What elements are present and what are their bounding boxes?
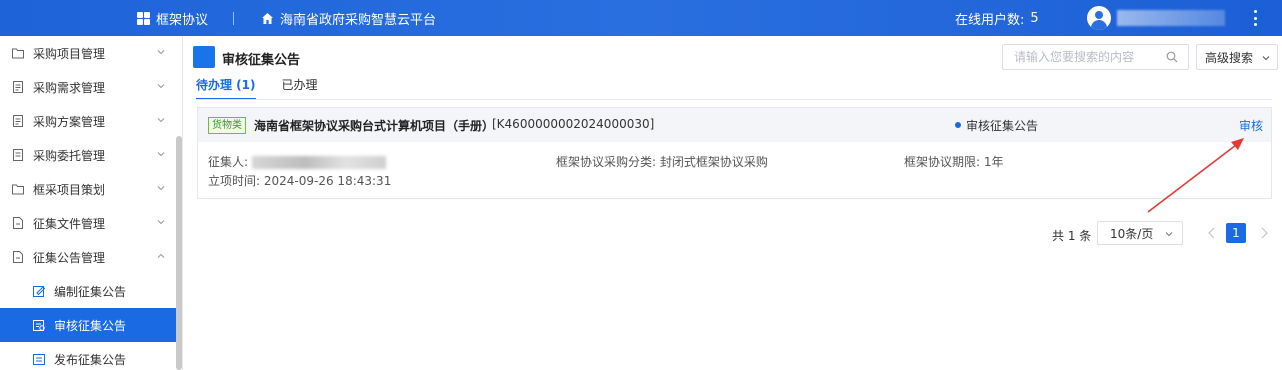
collector-label: 征集人: [208,155,249,169]
search-box[interactable] [1002,44,1189,70]
sidebar-item-procurement-demand[interactable]: 采购需求管理 [0,70,176,104]
category-tag: 货物类 [208,117,246,134]
created-label: 立项时间: [208,174,261,188]
tab-done[interactable]: 已办理 [282,76,318,100]
page-number-current[interactable]: 1 [1226,223,1246,243]
chevron-down-icon [157,50,165,55]
sidebar-item-label: 采购项目管理 [33,46,106,61]
term-value: 1年 [983,155,1004,169]
review-link[interactable]: 审核 [1239,117,1263,134]
sidebar-item-label: 审核征集公告 [54,318,127,333]
sidebar-item-collection-docs[interactable]: 征集文件管理 [0,206,176,240]
sidebar-item-label: 采购需求管理 [33,80,106,95]
user-icon [1095,11,1103,19]
next-page-icon[interactable] [1259,227,1269,239]
list-icon [13,149,23,161]
chevron-down-icon [157,220,165,225]
sidebar-item-label: 采购方案管理 [33,114,106,129]
project-code: [K4600000002024000030] [492,117,655,131]
collector-name-redacted [252,156,387,169]
online-users: 在线用户数: 5 [955,0,1039,36]
file-icon [13,251,23,263]
publish-document-icon [33,354,45,365]
category-label: 框架协议采购分类: [556,155,657,169]
folder-icon [12,184,24,195]
search-icon[interactable] [1166,51,1178,63]
apps-grid-icon [137,11,150,25]
sidebar-item-label: 框采项目策划 [33,182,106,197]
edit-document-icon [33,286,46,297]
home-icon [262,12,273,24]
platform-name: 海南省政府采购智慧云平台 [280,12,437,28]
chevron-down-icon [157,118,165,123]
advanced-search-select[interactable]: 高级搜索 [1196,44,1278,70]
more-menu-icon[interactable] [1249,8,1261,28]
pagination-total: 共 1 条 [1052,229,1092,243]
tab-pending[interactable]: 待办理 (1) [196,76,256,100]
chevron-down-icon [157,84,165,89]
category-value: 封闭式框架协议采购 [659,155,768,169]
sidebar-item-label: 征集公告管理 [33,250,106,265]
system-switch[interactable]: 框架协议 [137,0,208,36]
document-icon [13,115,23,127]
platform-home-link[interactable]: 海南省政府采购智慧云平台 [261,0,436,36]
project-card: 货物类 海南省框架协议采购台式计算机项目（手册） [K4600000002024… [197,107,1272,199]
created-field: 立项时间: 2024-09-26 18:43:31 [208,172,391,189]
category-field: 框架协议采购分类: 封闭式框架协议采购 [556,153,768,170]
project-name: 海南省框架协议采购台式计算机项目（手册） [254,119,495,133]
sidebar-item-label: 发布征集公告 [54,352,127,367]
chevron-down-icon [157,186,165,191]
sidebar: 采购项目管理 采购需求管理 采购方案管理 采购委托管理 框采项目策划 征集文件管… [0,36,183,370]
chevron-up-icon [157,253,165,258]
sidebar-item-label: 采购委托管理 [33,148,106,163]
sidebar-scrollbar[interactable] [176,136,182,370]
tab-divider [196,99,1272,100]
chevron-down-icon [1262,56,1270,61]
folder-icon [12,48,24,59]
sidebar-item-framework-planning[interactable]: 框采项目策划 [0,172,176,206]
card-header: 货物类 海南省框架协议采购台式计算机项目（手册） [K4600000002024… [198,108,1271,142]
online-count: 5 [1030,10,1039,26]
username-redacted[interactable] [1117,10,1225,26]
page-size-label: 10条/页 [1110,226,1154,241]
sidebar-subitem-review-notice[interactable]: 审核征集公告 [0,308,176,342]
sidebar-item-label: 征集文件管理 [33,216,106,231]
sidebar-item-procurement-project[interactable]: 采购项目管理 [0,36,176,70]
review-document-icon [33,320,45,331]
sidebar-subitem-edit-notice[interactable]: 编制征集公告 [0,274,176,308]
sidebar-item-label: 编制征集公告 [54,284,127,299]
chevron-down-icon [1165,232,1173,237]
status-badge: 审核征集公告 [966,119,1039,133]
online-label: 在线用户数: [955,12,1025,28]
created-value: 2024-09-26 18:43:31 [263,174,392,188]
prev-page-icon[interactable] [1207,227,1217,239]
document-icon [13,81,23,93]
chevron-down-icon [157,152,165,157]
page-size-select[interactable]: 10条/页 [1097,221,1183,245]
sidebar-item-procurement-entrust[interactable]: 采购委托管理 [0,138,176,172]
term-label: 框架协议期限: [904,155,981,169]
divider [233,12,234,25]
sidebar-item-collection-notice[interactable]: 征集公告管理 [0,240,176,274]
search-input[interactable] [1014,50,1159,64]
user-avatar[interactable] [1087,6,1111,30]
page-title: 审核征集公告 [222,53,301,68]
collector-field: 征集人: [208,153,387,170]
title-accent-block [193,46,215,68]
top-bar: 框架协议 海南省政府采购智慧云平台 在线用户数: 5 [0,0,1282,36]
status-tabs: 待办理 (1) 已办理 [196,76,344,100]
term-field: 框架协议期限: 1年 [904,153,1004,170]
main-content: 审核征集公告 高级搜索 待办理 (1) 已办理 货物类 海南省框架协议采购台式计… [184,36,1282,370]
sidebar-item-procurement-plan[interactable]: 采购方案管理 [0,104,176,138]
file-icon [13,217,23,229]
status-dot-icon [955,122,961,128]
advanced-search-label: 高级搜索 [1205,50,1254,65]
sidebar-subitem-publish-notice[interactable]: 发布征集公告 [0,342,176,370]
system-label: 框架协议 [156,12,209,28]
